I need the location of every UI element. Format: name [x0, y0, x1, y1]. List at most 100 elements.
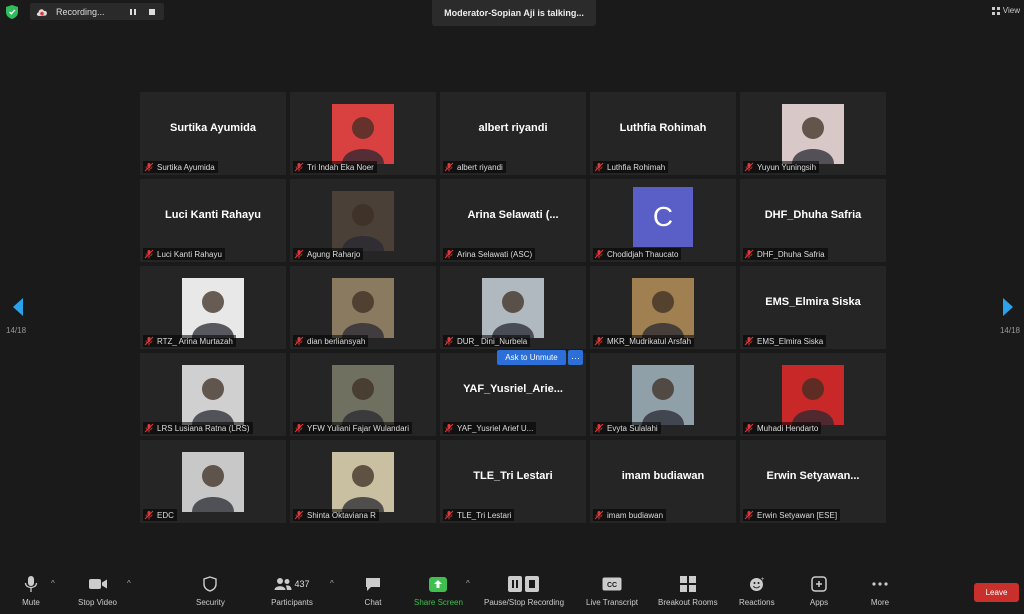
- participant-name-label: EMS_Elmira Siska: [743, 335, 827, 347]
- previous-page-arrow-icon[interactable]: [10, 296, 26, 318]
- participant-tile[interactable]: Surtika Ayumida Surtika Ayumida: [140, 92, 286, 175]
- mic-muted-icon: [144, 510, 154, 520]
- participant-name-label: EDC: [143, 509, 177, 521]
- participant-tile[interactable]: TLE_Tri Lestari TLE_Tri Lestari: [440, 440, 586, 523]
- stop-recording-icon[interactable]: [145, 5, 159, 19]
- participant-name: EDC: [157, 510, 174, 520]
- pause-recording-icon[interactable]: [126, 5, 140, 19]
- pause-stop-recording-button[interactable]: Pause/Stop Recording: [484, 574, 564, 607]
- participant-name-label: Shinta Oktaviana R: [293, 509, 379, 521]
- participant-tile[interactable]: Agung Raharjo: [290, 179, 436, 262]
- share-screen-button[interactable]: Share Screen: [414, 574, 463, 607]
- participant-video: [482, 278, 544, 338]
- participant-tile[interactable]: Luci Kanti Rahayu Luci Kanti Rahayu: [140, 179, 286, 262]
- participants-caret-icon[interactable]: ^: [330, 579, 334, 588]
- participant-tile[interactable]: Tri Indah Eka Noer: [290, 92, 436, 175]
- mic-muted-icon: [294, 162, 304, 172]
- participant-tile[interactable]: Evyta Sulalahi: [590, 353, 736, 436]
- mute-label: Mute: [22, 598, 40, 607]
- participant-video: [632, 278, 694, 338]
- participant-name: TLE_Tri Lestari: [457, 510, 512, 520]
- participant-tile[interactable]: albert riyandi albert riyandi: [440, 92, 586, 175]
- participant-name-label: Tri Indah Eka Noer: [293, 161, 377, 173]
- reactions-emoji-icon: +: [746, 574, 768, 594]
- more-label: More: [870, 598, 890, 607]
- participants-button[interactable]: 437 Participants: [269, 574, 315, 607]
- participant-name: LRS Lusiana Ratna (LRS): [157, 423, 250, 433]
- participant-name: Evyta Sulalahi: [607, 423, 658, 433]
- participant-tile[interactable]: Erwin Setyawan... Erwin Setyawan [ESE]: [740, 440, 886, 523]
- participant-tile[interactable]: LRS Lusiana Ratna (LRS): [140, 353, 286, 436]
- participant-video: [782, 104, 844, 164]
- mic-muted-icon: [444, 162, 454, 172]
- participant-tile[interactable]: MKR_Mudrikatul Arsfah: [590, 266, 736, 349]
- audio-options-caret-icon[interactable]: ^: [51, 579, 55, 588]
- mic-muted-icon: [294, 336, 304, 346]
- mic-muted-icon: [744, 162, 754, 172]
- participant-tile[interactable]: Luthfia Rohimah Luthfia Rohimah: [590, 92, 736, 175]
- more-button[interactable]: More: [869, 574, 891, 607]
- apps-button[interactable]: Apps: [808, 574, 830, 607]
- participant-tile[interactable]: DUR_ Dini_Nurbela: [440, 266, 586, 349]
- participant-tile[interactable]: Muhadi Hendarto: [740, 353, 886, 436]
- mic-muted-icon: [144, 249, 154, 259]
- next-page-arrow-icon[interactable]: [1000, 296, 1016, 318]
- participant-tile[interactable]: Shinta Oktaviana R: [290, 440, 436, 523]
- video-camera-icon: [87, 574, 109, 594]
- participant-display-name: TLE_Tri Lestari: [473, 470, 553, 482]
- stop-video-label: Stop Video: [78, 598, 117, 607]
- person-silhouette-icon: [192, 378, 234, 425]
- mic-muted-icon: [594, 336, 604, 346]
- live-transcript-button[interactable]: CC Live Transcript: [586, 574, 638, 607]
- breakout-rooms-button[interactable]: Breakout Rooms: [658, 574, 718, 607]
- reactions-button[interactable]: + Reactions: [739, 574, 775, 607]
- security-button[interactable]: Security: [196, 574, 225, 607]
- participant-tile[interactable]: YFW Yuliani Fajar Wulandari: [290, 353, 436, 436]
- gallery-grid: Surtika Ayumida Surtika Ayumida Tri Indah …: [140, 92, 888, 524]
- mute-button[interactable]: Mute: [20, 574, 42, 607]
- participant-display-name: Arina Selawati (...: [467, 209, 559, 221]
- participant-tile[interactable]: C Chodidjah Thaucato: [590, 179, 736, 262]
- participant-name-label: DHF_Dhuha Safria: [743, 248, 828, 260]
- person-silhouette-icon: [342, 465, 384, 512]
- chat-bubble-icon: [362, 574, 384, 594]
- participant-tile[interactable]: EMS_Elmira Siska EMS_Elmira Siska: [740, 266, 886, 349]
- participant-name-label: Erwin Setyawan [ESE]: [743, 509, 841, 521]
- participant-tile[interactable]: imam budiawan imam budiawan: [590, 440, 736, 523]
- participant-display-name: EMS_Elmira Siska: [765, 296, 861, 308]
- participant-video: [332, 452, 394, 512]
- view-button[interactable]: View: [991, 6, 1020, 15]
- tile-more-options-button[interactable]: ···: [568, 350, 583, 365]
- leave-button[interactable]: Leave: [974, 583, 1019, 602]
- participant-name-label: imam budiawan: [593, 509, 667, 521]
- ask-to-unmute-button[interactable]: Ask to Unmute: [497, 350, 566, 365]
- breakout-rooms-icon: [677, 574, 699, 594]
- participant-name-label: Muhadi Hendarto: [743, 422, 822, 434]
- participant-tile[interactable]: Arina Selawati (... Arina Selawati (ASC): [440, 179, 586, 262]
- participant-video: [632, 365, 694, 425]
- shield-icon[interactable]: [6, 5, 18, 19]
- mic-muted-icon: [444, 423, 454, 433]
- recording-indicator: Recording...: [30, 3, 164, 20]
- participant-initial-avatar: C: [633, 187, 693, 247]
- participant-display-name: Luthfia Rohimah: [619, 122, 707, 134]
- participant-video: [332, 191, 394, 251]
- video-options-caret-icon[interactable]: ^: [127, 579, 131, 588]
- mic-muted-icon: [294, 249, 304, 259]
- participant-tile[interactable]: RTZ_ Arina Murtazah: [140, 266, 286, 349]
- live-transcript-label: Live Transcript: [586, 598, 639, 607]
- participant-name: Shinta Oktaviana R: [307, 510, 376, 520]
- stop-video-button[interactable]: Stop Video: [78, 574, 117, 607]
- participant-name: DUR_ Dini_Nurbela: [457, 336, 528, 346]
- participant-tile[interactable]: EDC: [140, 440, 286, 523]
- participant-tile[interactable]: YAF_Yusriel_Arie... YAF_Yusriel Arief U..…: [440, 350, 586, 436]
- participant-name-label: albert riyandi: [443, 161, 506, 173]
- person-silhouette-icon: [192, 465, 234, 512]
- share-options-caret-icon[interactable]: ^: [466, 579, 470, 588]
- participant-tile[interactable]: Yuyun Yuningsih: [740, 92, 886, 175]
- chat-button[interactable]: Chat: [362, 574, 384, 607]
- participant-tile[interactable]: dian berliansyah: [290, 266, 436, 349]
- participant-display-name: DHF_Dhuha Safria: [764, 209, 862, 221]
- participant-tile[interactable]: DHF_Dhuha Safria DHF_Dhuha Safria: [740, 179, 886, 262]
- security-label: Security: [196, 598, 225, 607]
